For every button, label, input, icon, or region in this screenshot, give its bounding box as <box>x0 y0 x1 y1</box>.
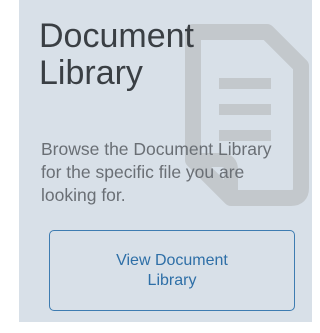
document-library-card: Document Library Browse the Document Lib… <box>19 0 312 322</box>
card-title: Document Library <box>39 17 194 92</box>
view-document-library-button[interactable]: View Document Library <box>49 230 295 311</box>
card-description: Browse the Document Library for the spec… <box>41 139 272 205</box>
